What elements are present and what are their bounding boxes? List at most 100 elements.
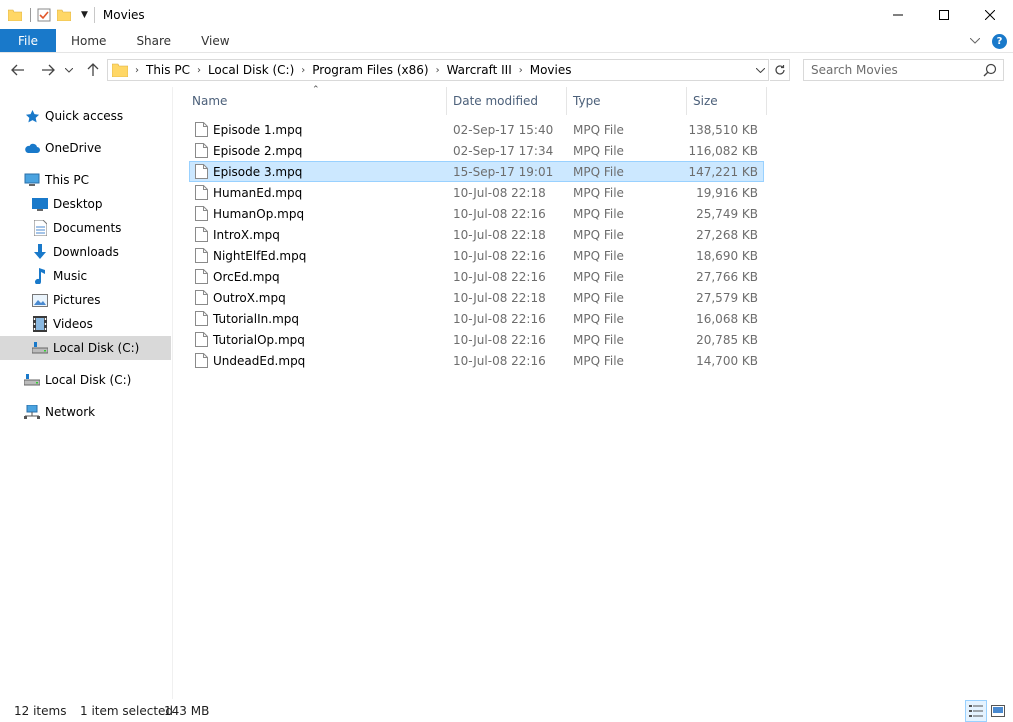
nav-local-disk-c-selected[interactable]: Local Disk (C:) (0, 336, 171, 360)
nav-pictures[interactable]: Pictures (32, 288, 173, 312)
tab-home[interactable]: Home (56, 29, 121, 52)
file-type: MPQ File (573, 185, 624, 200)
properties-icon[interactable] (37, 8, 51, 22)
column-header-name[interactable]: Name (192, 87, 446, 115)
file-row[interactable]: HumanOp.mpq 10-Jul-08 22:16 MPQ File 25,… (189, 203, 764, 224)
chevron-right-icon[interactable]: › (433, 65, 443, 76)
nav-music[interactable]: Music (32, 264, 173, 288)
tab-share[interactable]: Share (121, 29, 186, 52)
chevron-right-icon[interactable]: › (298, 65, 308, 76)
chevron-down-icon (65, 67, 73, 73)
column-divider[interactable] (766, 87, 767, 115)
videos-icon (32, 316, 48, 332)
large-icons-view-button[interactable] (987, 700, 1009, 722)
address-bar[interactable]: › This PC › Local Disk (C:) › Program Fi… (107, 59, 769, 81)
selection-count: 1 item selected (80, 704, 174, 718)
nav-label: Network (45, 405, 96, 419)
file-row[interactable]: TutorialOp.mpq 10-Jul-08 22:16 MPQ File … (189, 329, 764, 350)
file-type: MPQ File (573, 227, 624, 242)
recent-locations-button[interactable] (62, 60, 76, 80)
file-row[interactable]: Episode 2.mpq 02-Sep-17 17:34 MPQ File 1… (189, 140, 764, 161)
file-row[interactable]: OutroX.mpq 10-Jul-08 22:18 MPQ File 27,5… (189, 287, 764, 308)
close-button[interactable] (967, 0, 1013, 29)
file-date: 10-Jul-08 22:18 (453, 290, 546, 305)
file-type: MPQ File (573, 206, 624, 221)
file-date: 10-Jul-08 22:16 (453, 248, 546, 263)
chevron-right-icon[interactable]: › (132, 65, 142, 76)
computer-icon (24, 172, 40, 188)
file-date: 02-Sep-17 17:34 (453, 143, 554, 158)
column-divider[interactable] (566, 87, 567, 115)
customize-toolbar-icon[interactable]: ▼ (81, 10, 88, 20)
back-button[interactable] (8, 60, 28, 80)
file-date: 10-Jul-08 22:18 (453, 185, 546, 200)
download-icon (32, 244, 48, 260)
chevron-right-icon[interactable]: › (194, 65, 204, 76)
nav-network[interactable]: Network (24, 400, 173, 424)
title-bar: ▼ Movies (0, 0, 1013, 29)
forward-button[interactable] (38, 60, 58, 80)
nav-label: Local Disk (C:) (45, 373, 132, 387)
breadcrumb-local-disk[interactable]: Local Disk (C:) (204, 63, 298, 77)
nav-videos[interactable]: Videos (32, 312, 173, 336)
file-size: 116,082 KB (688, 143, 758, 158)
tab-view[interactable]: View (186, 29, 244, 52)
breadcrumb-warcraft[interactable]: Warcraft III (443, 63, 516, 77)
nav-quick-access[interactable]: Quick access (24, 104, 173, 128)
selection-size: 143 MB (164, 704, 210, 718)
file-icon (195, 164, 208, 179)
nav-documents[interactable]: Documents (32, 216, 173, 240)
nav-onedrive[interactable]: OneDrive (24, 136, 173, 160)
status-bar: 12 items 1 item selected 143 MB (0, 700, 1013, 722)
nav-this-pc[interactable]: This PC (24, 168, 173, 192)
file-row[interactable]: NightElfEd.mpq 10-Jul-08 22:16 MPQ File … (189, 245, 764, 266)
nav-desktop[interactable]: Desktop (32, 192, 173, 216)
file-row[interactable]: IntroX.mpq 10-Jul-08 22:18 MPQ File 27,2… (189, 224, 764, 245)
help-icon[interactable]: ? (992, 33, 1007, 49)
nav-label: Local Disk (C:) (53, 341, 140, 355)
folder-icon (8, 9, 22, 21)
file-row[interactable]: HumanEd.mpq 10-Jul-08 22:18 MPQ File 19,… (189, 182, 764, 203)
file-type: MPQ File (573, 269, 624, 284)
details-view-button[interactable] (965, 700, 987, 722)
file-name: OutroX.mpq (213, 290, 286, 305)
file-row[interactable]: UndeadEd.mpq 10-Jul-08 22:16 MPQ File 14… (189, 350, 764, 371)
nav-downloads[interactable]: Downloads (32, 240, 173, 264)
documents-icon (32, 220, 48, 236)
file-row-selected[interactable]: Episode 3.mpq 15-Sep-17 19:01 MPQ File 1… (189, 161, 764, 182)
forward-arrow-icon (42, 64, 55, 76)
search-box[interactable] (803, 59, 1004, 81)
expand-ribbon-icon[interactable] (970, 38, 980, 44)
ribbon-tabs: File Home Share View ? (0, 29, 1013, 53)
breadcrumb-this-pc[interactable]: This PC (142, 63, 194, 77)
search-icon[interactable] (983, 63, 997, 77)
file-row[interactable]: TutorialIn.mpq 10-Jul-08 22:16 MPQ File … (189, 308, 764, 329)
up-button[interactable] (83, 60, 103, 80)
file-row[interactable]: OrcEd.mpq 10-Jul-08 22:16 MPQ File 27,76… (189, 266, 764, 287)
file-icon (195, 332, 208, 347)
new-folder-icon[interactable] (57, 9, 71, 21)
search-input[interactable] (804, 63, 974, 77)
refresh-button[interactable] (770, 59, 790, 81)
nav-label: Downloads (53, 245, 119, 259)
minimize-button[interactable] (875, 0, 921, 29)
file-name: HumanEd.mpq (213, 185, 303, 200)
column-divider[interactable] (446, 87, 447, 115)
file-icon (195, 185, 208, 200)
address-dropdown-button[interactable] (752, 60, 768, 80)
nav-label: This PC (45, 173, 89, 187)
column-header-type[interactable]: Type (573, 87, 686, 115)
column-header-size[interactable]: Size (693, 87, 766, 115)
column-header-date[interactable]: Date modified (453, 87, 566, 115)
breadcrumb-program-files[interactable]: Program Files (x86) (308, 63, 432, 77)
breadcrumb-movies[interactable]: Movies (526, 63, 576, 77)
nav-local-disk-c[interactable]: Local Disk (C:) (24, 368, 173, 392)
tab-file[interactable]: File (0, 29, 56, 52)
nav-label: Desktop (53, 197, 103, 211)
maximize-button[interactable] (921, 0, 967, 29)
file-row[interactable]: Episode 1.mpq 02-Sep-17 15:40 MPQ File 1… (189, 119, 764, 140)
column-divider[interactable] (686, 87, 687, 115)
file-name: IntroX.mpq (213, 227, 280, 242)
minimize-icon (893, 14, 903, 15)
chevron-right-icon[interactable]: › (516, 65, 526, 76)
